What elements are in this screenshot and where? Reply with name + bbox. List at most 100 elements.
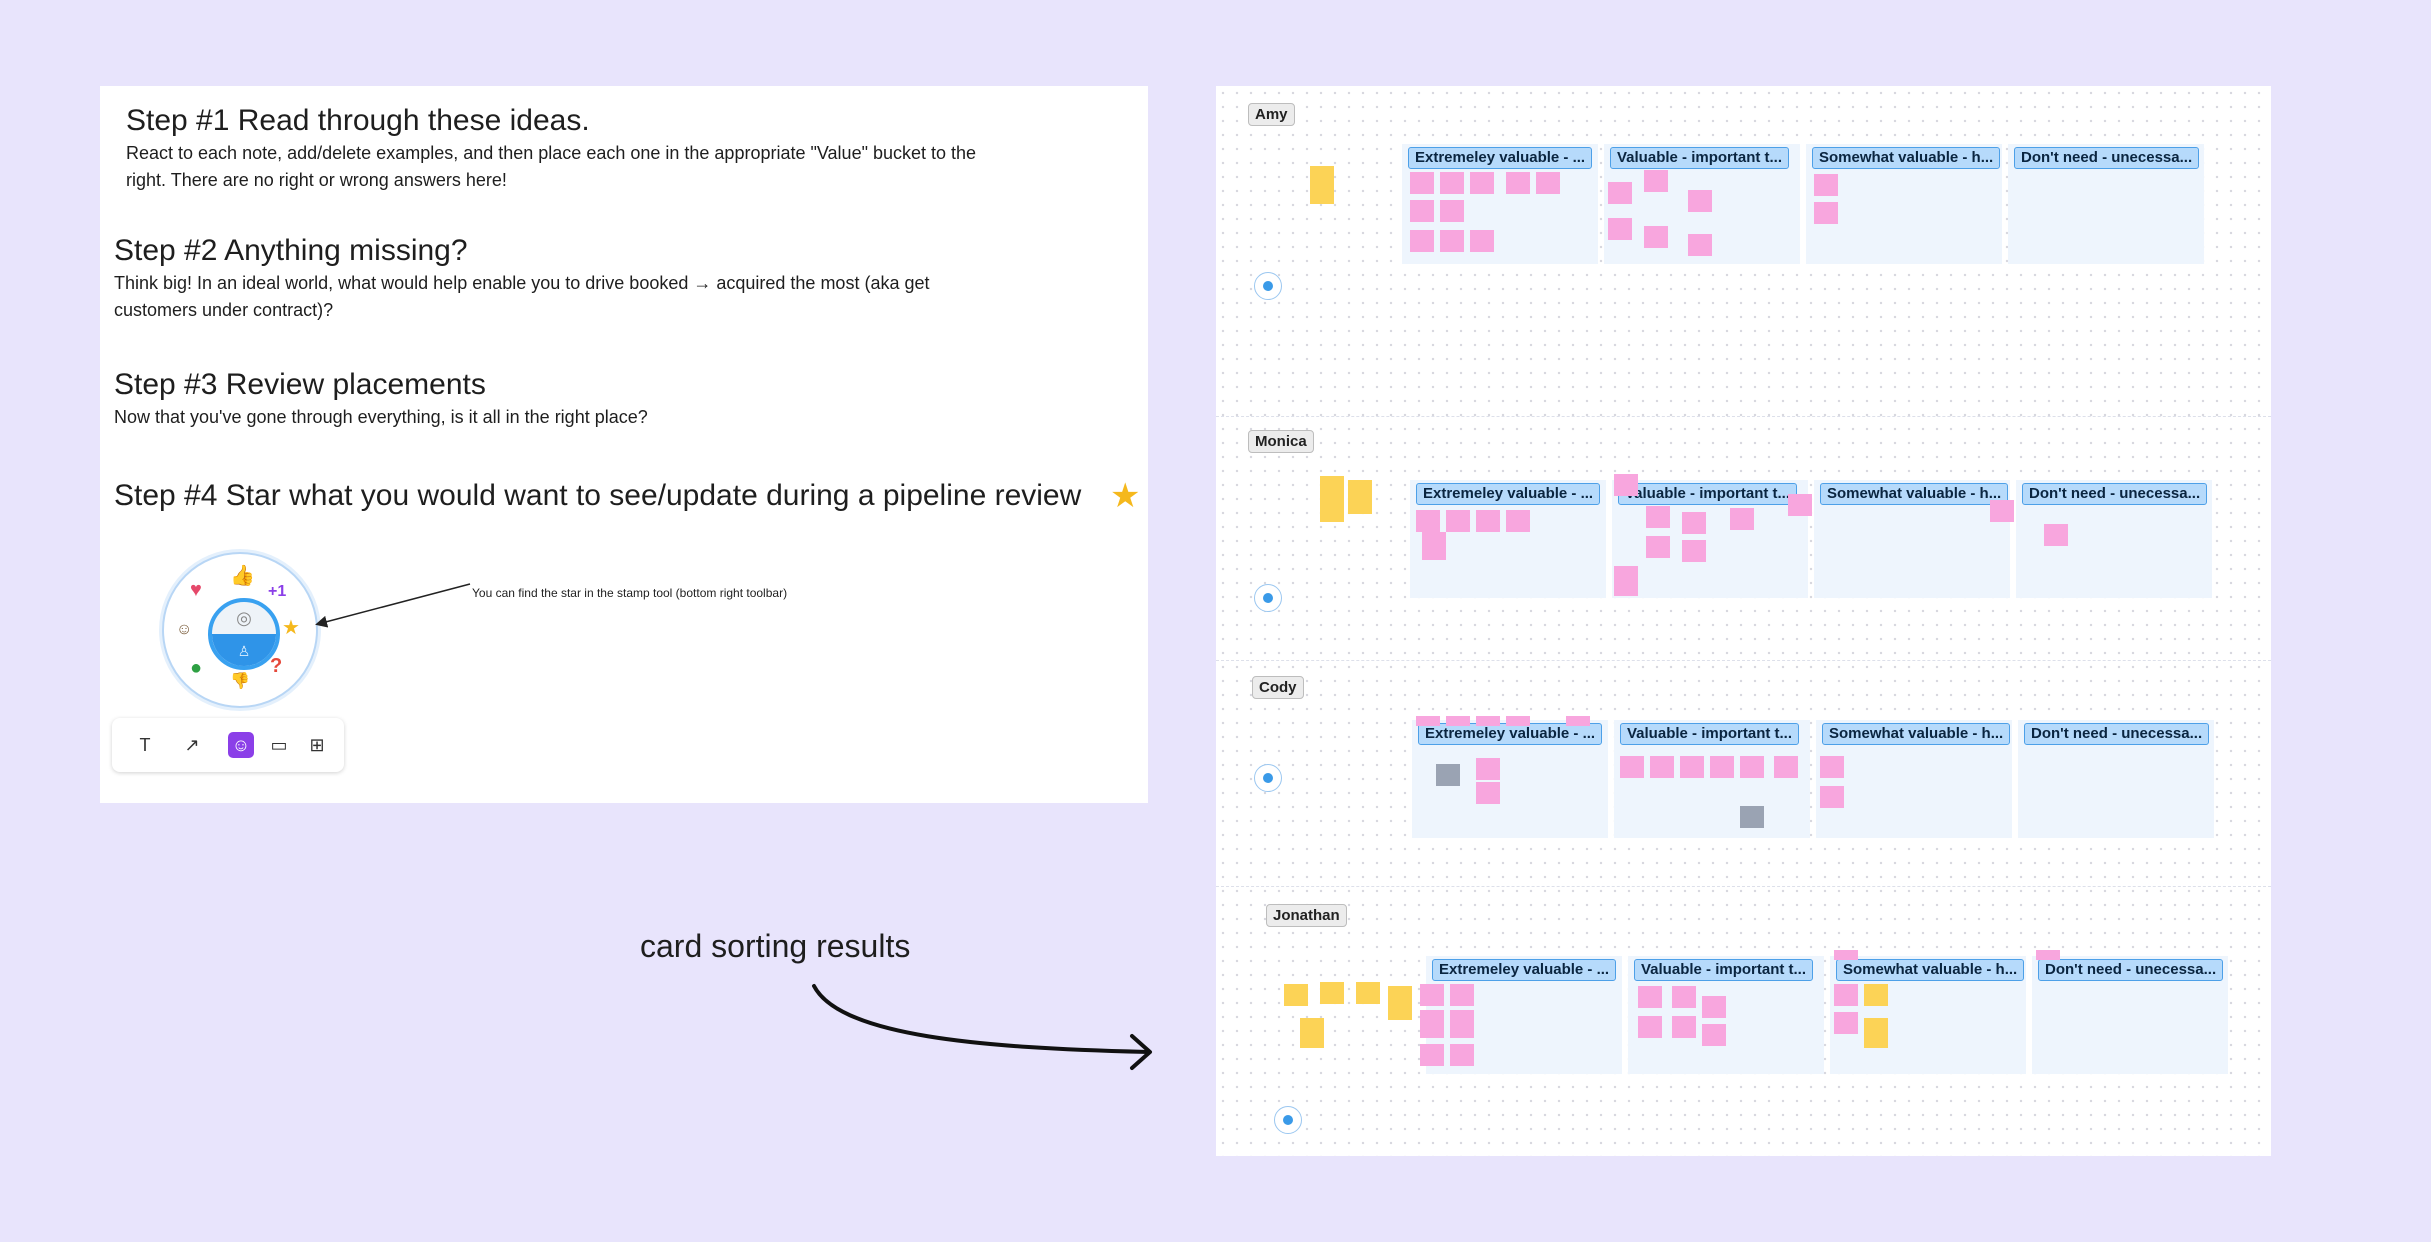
sticky-note[interactable] bbox=[1450, 984, 1474, 1006]
sticky-note[interactable] bbox=[1356, 982, 1380, 1004]
sticky-note[interactable] bbox=[1644, 170, 1668, 192]
sticky-note[interactable] bbox=[1320, 476, 1344, 522]
sticky-note[interactable] bbox=[1864, 984, 1888, 1006]
sticky-note[interactable] bbox=[1614, 566, 1638, 596]
stamp-tool-icon[interactable]: ☺ bbox=[228, 732, 254, 758]
sticky-note[interactable] bbox=[1820, 786, 1844, 808]
avatar-icon[interactable]: ☺ bbox=[176, 620, 192, 640]
sticky-note[interactable] bbox=[1420, 984, 1444, 1006]
sticky-note[interactable] bbox=[1506, 510, 1530, 532]
sticky-note[interactable] bbox=[1688, 190, 1712, 212]
heart-icon[interactable]: ♥ bbox=[190, 580, 202, 600]
sticky-note[interactable] bbox=[1672, 1016, 1696, 1038]
sticky-note[interactable] bbox=[1476, 510, 1500, 532]
sticky-note[interactable] bbox=[1682, 512, 1706, 534]
frame-tool-icon[interactable]: ▭ bbox=[266, 732, 292, 758]
sticky-note[interactable] bbox=[1650, 756, 1674, 778]
sticky-note[interactable] bbox=[1740, 806, 1764, 828]
sticky-note[interactable] bbox=[2044, 524, 2068, 546]
sticky-note[interactable] bbox=[1620, 756, 1644, 778]
sticky-note[interactable] bbox=[1446, 510, 1470, 532]
sticky-note[interactable] bbox=[1284, 984, 1308, 1006]
sticky-note[interactable] bbox=[1702, 996, 1726, 1018]
sticky-note[interactable] bbox=[1450, 1044, 1474, 1066]
sticky-note[interactable] bbox=[1446, 716, 1470, 726]
sticky-note[interactable] bbox=[1646, 536, 1670, 558]
board-name[interactable]: Amy bbox=[1248, 103, 1295, 126]
sticky-note[interactable] bbox=[1834, 1012, 1858, 1034]
board-name[interactable]: Cody bbox=[1252, 676, 1304, 699]
sticky-note[interactable] bbox=[1788, 494, 1812, 516]
sticky-note[interactable] bbox=[1638, 986, 1662, 1008]
sticky-note[interactable] bbox=[1450, 1010, 1474, 1038]
connector-tool-icon[interactable]: ↗ bbox=[174, 732, 210, 758]
thumbs-up-icon[interactable]: 👍 bbox=[230, 566, 255, 586]
sticky-note[interactable] bbox=[1476, 758, 1500, 780]
sticky-note[interactable] bbox=[1688, 234, 1712, 256]
star-stamp-icon[interactable]: ★ bbox=[282, 618, 300, 638]
sticky-note[interactable] bbox=[1682, 540, 1706, 562]
sticky-note[interactable] bbox=[1440, 230, 1464, 252]
sticky-note[interactable] bbox=[1436, 764, 1460, 786]
sticky-note[interactable] bbox=[1834, 984, 1858, 1006]
mini-stamp-wheel bbox=[1254, 764, 1282, 792]
sticky-note[interactable] bbox=[1536, 172, 1560, 194]
column-label: Valuable - important t... bbox=[1610, 147, 1790, 169]
sticky-note[interactable] bbox=[1646, 506, 1670, 528]
sticky-note[interactable] bbox=[1644, 226, 1668, 248]
sticky-note[interactable] bbox=[1614, 474, 1638, 496]
stamp-wheel[interactable]: 👍 +1 ♥ ★ ☺ ? ● 👎 ◎ ♙ bbox=[162, 552, 318, 708]
sticky-note[interactable] bbox=[1420, 1044, 1444, 1066]
sticky-note[interactable] bbox=[1470, 230, 1494, 252]
sticky-note[interactable] bbox=[1730, 508, 1754, 530]
text-tool-icon[interactable]: T bbox=[132, 732, 158, 758]
stamp-wheel-hub[interactable]: ◎ ♙ bbox=[208, 598, 280, 670]
sticky-note[interactable] bbox=[1774, 756, 1798, 778]
sticky-note[interactable] bbox=[1680, 756, 1704, 778]
sticky-note[interactable] bbox=[1410, 200, 1434, 222]
sticky-note[interactable] bbox=[1710, 756, 1734, 778]
blob-icon[interactable]: ● bbox=[190, 658, 202, 678]
sticky-note[interactable] bbox=[1440, 200, 1464, 222]
sticky-note[interactable] bbox=[1300, 1018, 1324, 1048]
sticky-note[interactable] bbox=[1740, 756, 1764, 778]
sticky-note[interactable] bbox=[1348, 480, 1372, 514]
sticky-note[interactable] bbox=[1814, 174, 1838, 196]
sticky-note[interactable] bbox=[1410, 172, 1434, 194]
sticky-note[interactable] bbox=[1470, 172, 1494, 194]
sticky-note[interactable] bbox=[1864, 1018, 1888, 1048]
sticky-note[interactable] bbox=[1420, 1010, 1444, 1038]
sticky-note[interactable] bbox=[1476, 782, 1500, 804]
sticky-note[interactable] bbox=[1310, 166, 1334, 204]
sticky-note[interactable] bbox=[1320, 982, 1344, 1004]
sticky-note[interactable] bbox=[1506, 172, 1530, 194]
sticky-note[interactable] bbox=[1566, 716, 1590, 726]
sticky-note[interactable] bbox=[1440, 172, 1464, 194]
step2-title: Step #2 Anything missing? bbox=[114, 234, 468, 267]
sticky-note[interactable] bbox=[2036, 950, 2060, 960]
column-label: Extremeley valuable - ... bbox=[1416, 483, 1601, 505]
board-name[interactable]: Jonathan bbox=[1266, 904, 1347, 927]
sticky-note[interactable] bbox=[1990, 500, 2014, 522]
table-tool-icon[interactable]: ⊞ bbox=[304, 732, 330, 758]
sticky-note[interactable] bbox=[1416, 510, 1440, 532]
sticky-note[interactable] bbox=[1416, 716, 1440, 726]
sticky-note[interactable] bbox=[1702, 1024, 1726, 1046]
thumbs-down-icon[interactable]: 👎 bbox=[230, 672, 250, 692]
sticky-note[interactable] bbox=[1820, 756, 1844, 778]
sticky-note[interactable] bbox=[1672, 986, 1696, 1008]
column-somewhat: Somewhat valuable - h... bbox=[1806, 144, 2002, 264]
sticky-note[interactable] bbox=[1638, 1016, 1662, 1038]
sticky-note[interactable] bbox=[1422, 532, 1446, 560]
sticky-note[interactable] bbox=[1814, 202, 1838, 224]
results-panel: Amy Extremeley valuable - ... Valuable -… bbox=[1216, 86, 2271, 1156]
sticky-note[interactable] bbox=[1476, 716, 1500, 726]
board-name[interactable]: Monica bbox=[1248, 430, 1314, 453]
plus-one-icon[interactable]: +1 bbox=[268, 582, 286, 602]
sticky-note[interactable] bbox=[1608, 182, 1632, 204]
sticky-note[interactable] bbox=[1410, 230, 1434, 252]
sticky-note[interactable] bbox=[1834, 950, 1858, 960]
sticky-note[interactable] bbox=[1388, 986, 1412, 1020]
sticky-note[interactable] bbox=[1608, 218, 1632, 240]
sticky-note[interactable] bbox=[1506, 716, 1530, 726]
